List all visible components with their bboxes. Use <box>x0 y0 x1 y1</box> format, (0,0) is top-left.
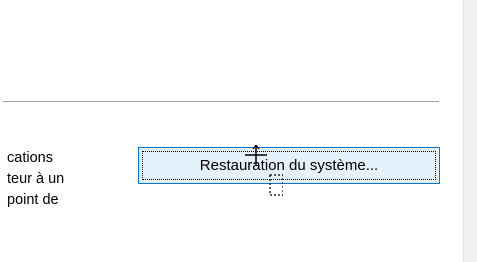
system-restore-button[interactable]: Restauration du système... <box>138 147 440 184</box>
description-line-1: cations <box>7 150 53 166</box>
header-area <box>0 0 463 101</box>
separator-line <box>3 101 439 102</box>
description-line-2: teur à un <box>7 171 65 187</box>
move-cursor-icon <box>245 145 283 196</box>
description-line-3: point de <box>7 192 59 208</box>
window-edge <box>463 0 477 262</box>
system-restore-description: cations teur à un point de <box>7 148 127 211</box>
system-protection-panel: cations teur à un point de Restauration … <box>0 0 463 262</box>
system-restore-button-label: Restauration du système... <box>199 157 379 174</box>
